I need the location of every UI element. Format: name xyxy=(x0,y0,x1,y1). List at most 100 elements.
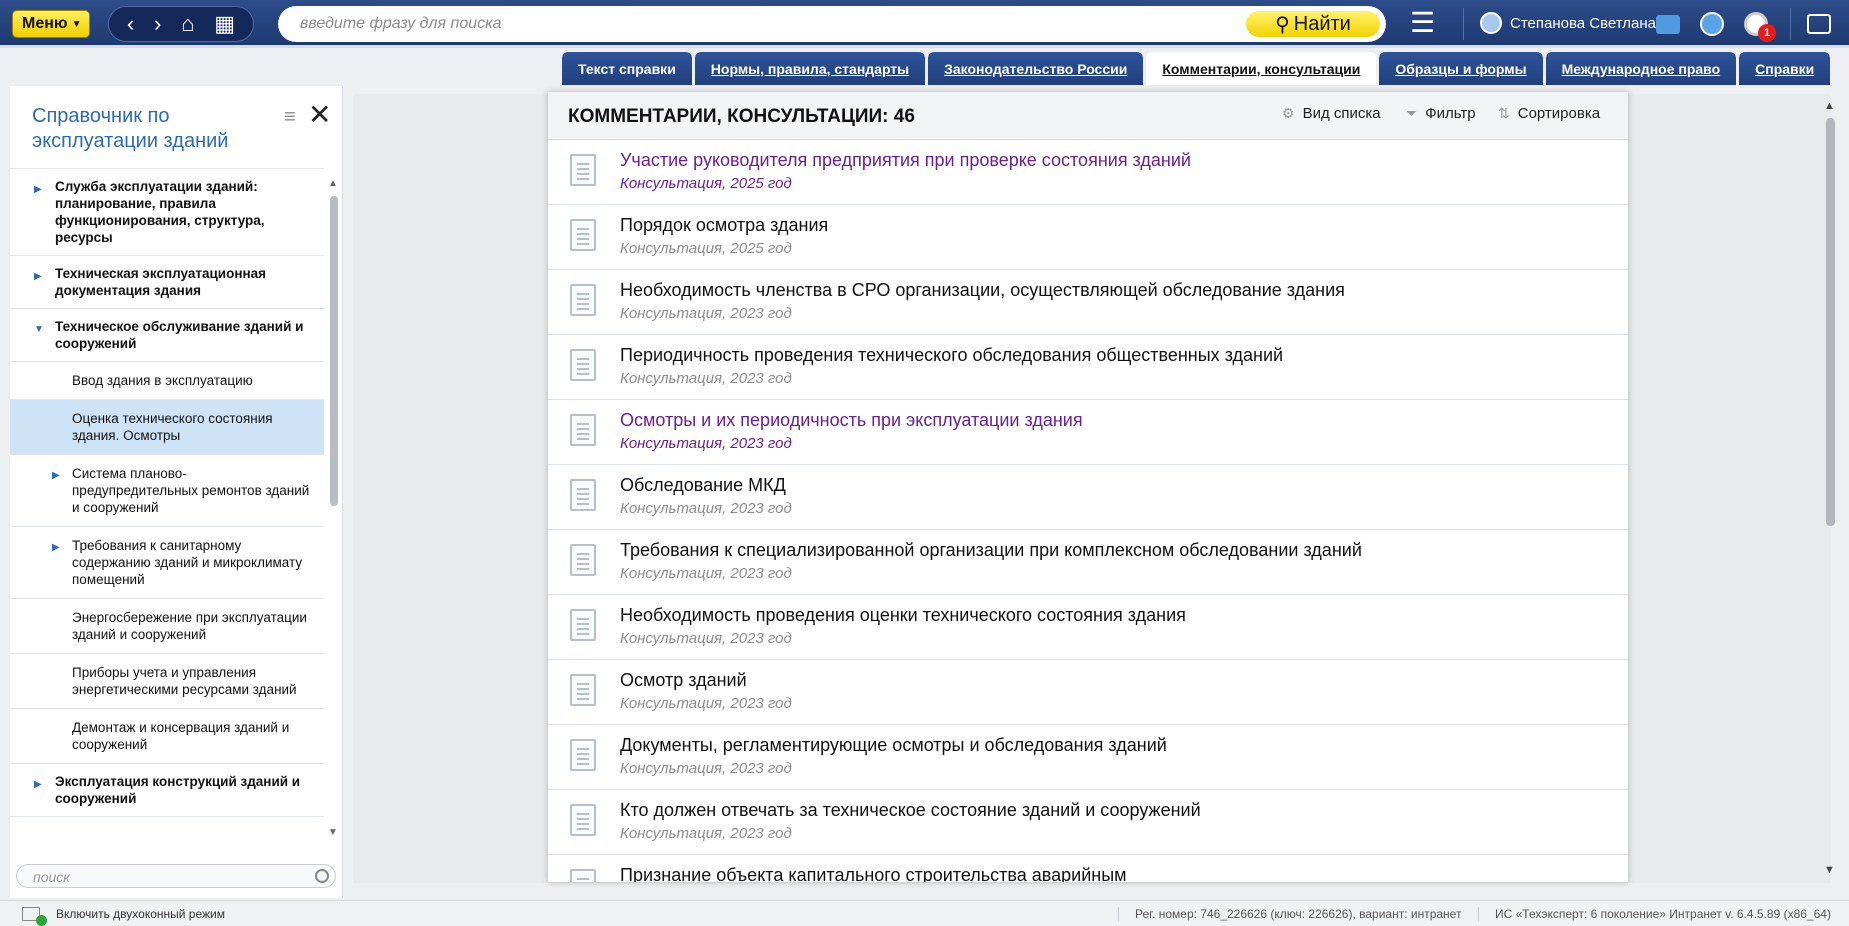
collapse-arrow-icon[interactable]: ▼ xyxy=(34,321,44,338)
list-item[interactable]: Осмотры и их периодичность при эксплуата… xyxy=(548,400,1628,465)
tree-item[interactable]: Энергосбережение при эксплуатации зданий… xyxy=(10,599,324,654)
tab-samples[interactable]: Образцы и формы xyxy=(1379,52,1543,85)
document-meta: Консультация, 2025 год xyxy=(620,240,792,257)
apps-grid-icon[interactable]: ▦ xyxy=(214,13,235,35)
list-item[interactable]: Осмотр зданий Консультация, 2023 год xyxy=(548,660,1628,725)
scroll-up-icon[interactable]: ▲ xyxy=(328,178,338,189)
expand-arrow-icon[interactable]: ▶ xyxy=(34,181,42,198)
folder-icon[interactable] xyxy=(1656,15,1680,34)
registration-info: Рег. номер: 746_226626 (ключ: 226626), в… xyxy=(1118,907,1461,921)
back-icon[interactable]: ‹ xyxy=(127,13,134,35)
expand-arrow-icon[interactable]: ▶ xyxy=(34,268,42,285)
list-item[interactable]: Документы, регламентирующие осмотры и об… xyxy=(548,725,1628,790)
tree-item[interactable]: ▼ Техническое обслуживание зданий и соор… xyxy=(10,309,324,362)
scroll-down-icon[interactable]: ▼ xyxy=(328,827,338,838)
list-item[interactable]: Кто должен отвечать за техническое состо… xyxy=(548,790,1628,855)
view-mode-label: Вид списка xyxy=(1302,105,1381,122)
document-meta: Консультация, 2023 год xyxy=(620,565,792,582)
tab-legislation[interactable]: Законодательство России xyxy=(928,52,1144,85)
sort-label: Сортировка xyxy=(1517,105,1601,122)
tree-item[interactable]: ▶ Техническая эксплуатационная документа… xyxy=(10,256,324,309)
list-item[interactable]: Участие руководителя предприятия при про… xyxy=(548,140,1628,205)
document-title-link[interactable]: Участие руководителя предприятия при про… xyxy=(620,150,1191,171)
main-menu-icon[interactable]: ☰ xyxy=(1410,9,1435,37)
content-scrollbar[interactable]: ▲ ▼ xyxy=(1823,100,1837,876)
document-title-link[interactable]: Требования к специализированной организа… xyxy=(620,540,1362,561)
close-icon[interactable]: ✕ xyxy=(308,98,331,131)
panel-search-input[interactable]: поиск xyxy=(16,864,336,888)
tree-list: ▶ Служба эксплуатации зданий: планирован… xyxy=(10,168,324,830)
document-meta: Консультация, 2023 год xyxy=(620,370,792,387)
tab-international[interactable]: Международное право xyxy=(1545,52,1737,85)
tree-item[interactable]: Ввод здания в эксплуатацию xyxy=(10,362,324,400)
tree-item[interactable]: ▶ Система планово-предупредительных ремо… xyxy=(10,455,324,527)
list-item[interactable]: Необходимость проведения оценки техничес… xyxy=(548,595,1628,660)
scroll-thumb[interactable] xyxy=(1826,118,1835,526)
expand-arrow-icon[interactable]: ▶ xyxy=(52,539,60,556)
tree-item[interactable]: Приборы учета и управления энергетически… xyxy=(10,654,324,709)
forward-icon[interactable]: › xyxy=(154,13,161,35)
find-label: Найти xyxy=(1293,12,1351,35)
list-title: КОММЕНТАРИИ, КОНСУЛЬТАЦИИ: 46 xyxy=(568,106,915,127)
home-icon[interactable]: ⌂ xyxy=(181,13,194,35)
document-title-link[interactable]: Признание объекта капитального строитель… xyxy=(620,865,1127,882)
document-title-link[interactable]: Осмотр зданий xyxy=(620,670,747,691)
toolbar-divider xyxy=(1790,8,1791,40)
tree-item-label: Эксплуатация конструкций зданий и сооруж… xyxy=(55,774,301,806)
user-profile[interactable]: Степанова Светлана xyxy=(1480,12,1656,34)
history-clock-icon[interactable] xyxy=(1700,12,1724,36)
document-icon xyxy=(570,674,596,706)
document-title-link[interactable]: Обследование МКД xyxy=(620,475,786,496)
document-title-link[interactable]: Периодичность проведения технического об… xyxy=(620,345,1283,366)
tree-item-label: Приборы учета и управления энергетически… xyxy=(72,665,297,697)
document-meta: Консультация, 2023 год xyxy=(620,435,792,452)
tab-references[interactable]: Справки xyxy=(1739,52,1831,85)
list-item[interactable]: Требования к специализированной организа… xyxy=(548,530,1628,595)
sort-button[interactable]: ⇅ Сортировка xyxy=(1498,105,1600,122)
tab-help-text[interactable]: Текст справки xyxy=(562,52,692,85)
list-menu-icon[interactable]: ≡ xyxy=(284,106,296,129)
expand-arrow-icon[interactable]: ▶ xyxy=(52,467,60,484)
tree-item-selected[interactable]: Оценка технического состояния здания. Ос… xyxy=(10,400,324,455)
document-title-link[interactable]: Документы, регламентирующие осмотры и об… xyxy=(620,735,1167,756)
tree-item[interactable]: Демонтаж и консервация зданий и сооружен… xyxy=(10,709,324,764)
dual-window-toggle[interactable]: Включить двухоконный режим xyxy=(22,907,225,926)
document-icon xyxy=(570,544,596,576)
tree-item[interactable]: ▶ Эксплуатация конструкций зданий и соор… xyxy=(10,764,324,817)
list-item[interactable]: Необходимость членства в СРО организации… xyxy=(548,270,1628,335)
clear-search-icon[interactable] xyxy=(315,869,329,883)
document-icon xyxy=(570,219,596,251)
document-title-link[interactable]: Необходимость проведения оценки техничес… xyxy=(620,605,1186,626)
notification-badge: 1 xyxy=(1758,24,1776,42)
scroll-down-icon[interactable]: ▼ xyxy=(1824,864,1835,876)
find-button[interactable]: ⚲ Найти xyxy=(1246,11,1380,37)
search-field[interactable]: введите фразу для поиска ⚲ Найти xyxy=(278,6,1386,42)
document-title-link[interactable]: Осмотры и их периодичность при эксплуата… xyxy=(620,410,1083,431)
scroll-up-icon[interactable]: ▲ xyxy=(1824,100,1835,112)
left-panel: Справочник по эксплуатации зданий ≡ ✕ ▶ … xyxy=(10,86,343,898)
chat-icon[interactable] xyxy=(1807,14,1831,34)
scroll-thumb[interactable] xyxy=(330,196,338,506)
menu-button[interactable]: Меню ▼ xyxy=(12,10,90,38)
document-title-link[interactable]: Порядок осмотра здания xyxy=(620,215,828,236)
list-item[interactable]: Признание объекта капитального строитель… xyxy=(548,855,1628,882)
list-item[interactable]: Обследование МКД Консультация, 2023 год xyxy=(548,465,1628,530)
list-item[interactable]: Периодичность проведения технического об… xyxy=(548,335,1628,400)
list-item[interactable]: Порядок осмотра здания Консультация, 202… xyxy=(548,205,1628,270)
tree-item-label: Техническая эксплуатационная документаци… xyxy=(55,266,267,298)
view-mode-button[interactable]: ⚙ Вид списка xyxy=(1282,105,1381,122)
dual-window-label: Включить двухоконный режим xyxy=(56,907,225,921)
tree-scrollbar[interactable]: ▲ ▼ xyxy=(328,178,340,838)
tab-bar: Текст справки Нормы, правила, стандарты … xyxy=(562,52,1831,85)
search-icon: ⚲ xyxy=(1275,13,1290,36)
document-title-link[interactable]: Кто должен отвечать за техническое состо… xyxy=(620,800,1201,821)
dual-window-icon xyxy=(22,907,47,926)
document-title-link[interactable]: Необходимость членства в СРО организации… xyxy=(620,280,1345,301)
tree-item[interactable]: ▶ Служба эксплуатации зданий: планирован… xyxy=(10,169,324,256)
filter-button[interactable]: ⏷ Фильтр xyxy=(1406,105,1476,122)
tab-comments[interactable]: Комментарии, консультации xyxy=(1146,52,1377,85)
tab-norms[interactable]: Нормы, правила, стандарты xyxy=(694,52,926,85)
expand-arrow-icon[interactable]: ▶ xyxy=(34,776,42,793)
tree-item[interactable]: ▶ Требования к санитарному содержанию зд… xyxy=(10,527,324,599)
document-icon xyxy=(570,739,596,771)
